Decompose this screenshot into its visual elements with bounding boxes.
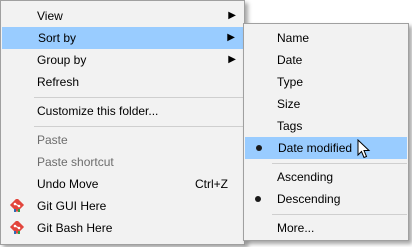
git-icon: [9, 221, 25, 235]
menu-item-group-by-label: Group by: [37, 53, 87, 67]
undo-shortcut-hint: Ctrl+Z: [195, 177, 228, 191]
sort-by-submenu: Name Date Type Size Tags Date modified A…: [243, 23, 409, 241]
sort-option-type-label: Type: [277, 75, 304, 89]
menu-item-view-label: View: [37, 9, 63, 23]
radio-bullet-icon: [256, 145, 262, 151]
menu-item-refresh-label: Refresh: [37, 75, 80, 89]
menu-item-undo-move[interactable]: Undo Move Ctrl+Z: [1, 173, 244, 195]
menu-item-group-by[interactable]: Group by ▶: [1, 49, 244, 71]
menu-separator: [272, 163, 407, 164]
sort-option-date-label: Date: [277, 53, 303, 67]
menu-item-paste-shortcut-label: Paste shortcut: [37, 155, 114, 169]
sort-option-more-label: More...: [277, 221, 315, 235]
menu-item-git-bash-label: Git Bash Here: [37, 221, 113, 235]
menu-item-git-gui-label: Git GUI Here: [37, 199, 107, 213]
context-menu: View ▶ Sort by ▶ Group by ▶ Refresh Cust…: [0, 0, 245, 245]
sort-option-size-label: Size: [277, 97, 301, 111]
sort-order-ascending-label: Ascending: [277, 170, 334, 184]
menu-separator: [272, 214, 407, 215]
sort-option-name-label: Name: [277, 31, 310, 45]
menu-item-undo-move-label: Undo Move: [37, 177, 99, 191]
menu-item-view[interactable]: View ▶: [1, 5, 244, 27]
sort-order-descending[interactable]: Descending: [244, 188, 408, 210]
menu-item-customize-label: Customize this folder...: [37, 104, 159, 118]
sort-option-tags[interactable]: Tags: [244, 115, 408, 137]
menu-item-sort-by-label: Sort by: [38, 31, 77, 45]
menu-item-paste-shortcut[interactable]: Paste shortcut: [1, 151, 244, 173]
sort-option-date-modified-label: Date modified: [278, 141, 353, 155]
radio-bullet-icon: [255, 196, 261, 202]
menu-separator: [34, 126, 243, 127]
git-icon: [9, 199, 25, 213]
sort-option-date-modified[interactable]: Date modified: [245, 137, 407, 159]
menu-item-paste-label: Paste: [37, 133, 68, 147]
sort-option-type[interactable]: Type: [244, 71, 408, 93]
sort-option-size[interactable]: Size: [244, 93, 408, 115]
menu-item-git-bash[interactable]: Git Bash Here: [1, 217, 244, 239]
chevron-right-icon: ▶: [228, 10, 236, 21]
menu-separator: [34, 97, 243, 98]
menu-item-git-gui[interactable]: Git GUI Here: [1, 195, 244, 217]
sort-option-tags-label: Tags: [277, 119, 303, 133]
sort-option-more[interactable]: More...: [244, 217, 408, 239]
menu-item-refresh[interactable]: Refresh: [1, 71, 244, 93]
menu-item-paste[interactable]: Paste: [1, 129, 244, 151]
chevron-right-icon: ▶: [228, 54, 236, 65]
sort-order-ascending[interactable]: Ascending: [244, 166, 408, 188]
mouse-pointer-icon: [357, 139, 371, 159]
sort-order-descending-label: Descending: [277, 192, 341, 206]
sort-option-date[interactable]: Date: [244, 49, 408, 71]
menu-item-sort-by[interactable]: Sort by ▶: [2, 27, 243, 49]
menu-item-customize-folder[interactable]: Customize this folder...: [1, 100, 244, 122]
chevron-right-icon: ▶: [227, 32, 235, 43]
sort-option-name[interactable]: Name: [244, 27, 408, 49]
